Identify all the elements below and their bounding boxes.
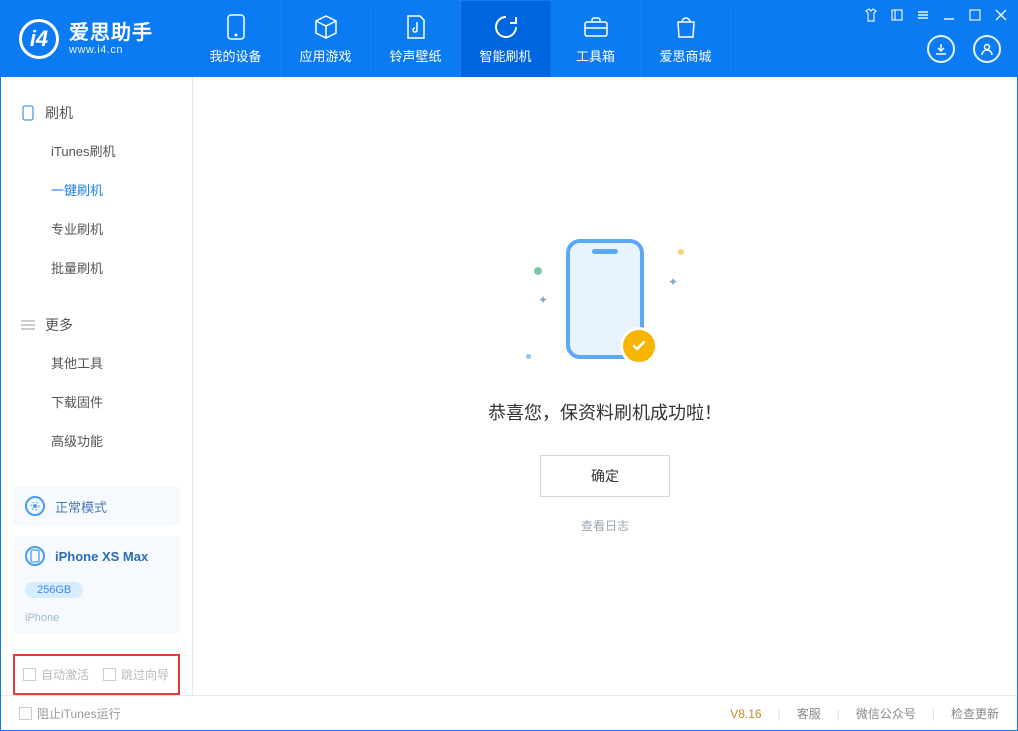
nav-label: 我的设备 (209, 46, 261, 65)
opt-label: 跳过向导 (121, 666, 169, 683)
device-name: iPhone XS Max (55, 549, 148, 564)
music-file-icon (403, 14, 429, 40)
device-cards: 正常模式 iPhone XS Max 256GB iPhone (1, 486, 192, 644)
checkbox-auto-activate[interactable]: 自动激活 (23, 666, 89, 683)
phone-small-icon (21, 106, 35, 120)
checkbox-skip-guide[interactable]: 跳过向导 (103, 666, 169, 683)
nav-smart-flash[interactable]: 智能刷机 (461, 1, 551, 77)
main-content: ✦✦ 恭喜您，保资料刷机成功啦！ 确定 查看日志 (193, 77, 1017, 695)
sidebar-item-pro-flash[interactable]: 专业刷机 (1, 209, 192, 248)
footer-wechat-link[interactable]: 微信公众号 (856, 705, 916, 722)
checkbox-icon (23, 668, 36, 681)
footer-update-link[interactable]: 检查更新 (951, 705, 999, 722)
sidebar-item-one-click-flash[interactable]: 一键刷机 (1, 170, 192, 209)
footer-block-itunes-label: 阻止iTunes运行 (37, 705, 121, 722)
bag-icon (673, 14, 699, 40)
cube-icon (313, 14, 339, 40)
success-message: 恭喜您，保资料刷机成功啦！ (488, 399, 722, 425)
sidebar-item-itunes-flash[interactable]: iTunes刷机 (1, 131, 192, 170)
list-icon (21, 318, 35, 332)
device-storage-badge: 256GB (25, 582, 83, 598)
app-title: 爱思助手 (69, 22, 153, 44)
checkbox-icon (103, 668, 116, 681)
refresh-shield-icon (493, 14, 519, 40)
opt-label: 自动激活 (41, 666, 89, 683)
app-subtitle: www.i4.cn (69, 44, 153, 56)
nav-label: 铃声壁纸 (389, 46, 441, 65)
body: 刷机 iTunes刷机 一键刷机 专业刷机 批量刷机 更多 其他工具 下载固件 … (1, 77, 1017, 695)
user-icon[interactable] (973, 35, 1001, 63)
toolbox-icon (583, 14, 609, 40)
device-mode-label: 正常模式 (55, 497, 107, 516)
footer-support-link[interactable]: 客服 (797, 705, 821, 722)
success-check-icon (620, 327, 658, 365)
close-icon[interactable] (993, 7, 1009, 23)
nav-ringtones[interactable]: 铃声壁纸 (371, 1, 461, 77)
window-controls (863, 7, 1009, 23)
mode-icon (25, 496, 45, 516)
nav-toolbox[interactable]: 工具箱 (551, 1, 641, 77)
shirt-icon[interactable] (863, 7, 879, 23)
nav-my-device[interactable]: 我的设备 (191, 1, 281, 77)
nav-store[interactable]: 爱思商城 (641, 1, 731, 77)
footer: 阻止iTunes运行 V8.16 | 客服 | 微信公众号 | 检查更新 (1, 695, 1017, 731)
nav-label: 应用游戏 (299, 46, 351, 65)
top-nav: 我的设备 应用游戏 铃声壁纸 智能刷机 工具箱 爱思商城 (191, 1, 731, 77)
device-mode-card[interactable]: 正常模式 (13, 486, 180, 526)
sidebar-item-other-tools[interactable]: 其他工具 (1, 343, 192, 382)
sidebar-item-batch-flash[interactable]: 批量刷机 (1, 248, 192, 287)
download-icon[interactable] (927, 35, 955, 63)
maximize-icon[interactable] (967, 7, 983, 23)
group-title-label: 更多 (45, 315, 73, 335)
sidebar-item-download-firmware[interactable]: 下载固件 (1, 382, 192, 421)
phone-icon (223, 14, 249, 40)
success-illustration: ✦✦ (520, 239, 690, 369)
ok-button[interactable]: 确定 (540, 455, 670, 497)
nav-label: 工具箱 (576, 46, 615, 65)
notebook-icon[interactable] (889, 7, 905, 23)
logo-icon: i4 (19, 19, 59, 59)
device-info-card[interactable]: iPhone XS Max 256GB iPhone (13, 536, 180, 634)
checkbox-icon (19, 707, 32, 720)
device-type: iPhone (25, 612, 59, 624)
view-log-link[interactable]: 查看日志 (581, 517, 629, 534)
menu-icon[interactable] (915, 7, 931, 23)
minimize-icon[interactable] (941, 7, 957, 23)
app-header: i4 爱思助手 www.i4.cn 我的设备 应用游戏 铃声壁纸 智能刷机 工具… (1, 1, 1017, 77)
sidebar-group-flash: 刷机 (1, 95, 192, 131)
device-icon (25, 546, 45, 566)
nav-label: 爱思商城 (659, 46, 711, 65)
checkbox-block-itunes[interactable]: 阻止iTunes运行 (19, 705, 121, 722)
sidebar-item-advanced[interactable]: 高级功能 (1, 421, 192, 460)
version-label: V8.16 (730, 707, 761, 721)
flash-options-box: 自动激活 跳过向导 (13, 654, 180, 695)
nav-apps-games[interactable]: 应用游戏 (281, 1, 371, 77)
header-right-icons (927, 35, 1001, 63)
sidebar: 刷机 iTunes刷机 一键刷机 专业刷机 批量刷机 更多 其他工具 下载固件 … (1, 77, 193, 695)
group-title-label: 刷机 (45, 103, 73, 123)
sidebar-group-more: 更多 (1, 307, 192, 343)
logo-block: i4 爱思助手 www.i4.cn (1, 1, 191, 77)
nav-label: 智能刷机 (479, 46, 531, 65)
